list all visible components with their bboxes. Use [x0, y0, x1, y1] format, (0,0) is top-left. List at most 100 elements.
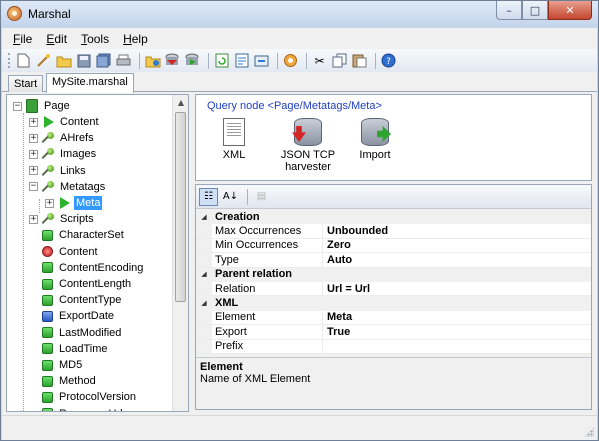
- property-row[interactable]: Type Auto: [196, 253, 591, 268]
- expand-toggle[interactable]: +: [45, 198, 54, 208]
- tree-node-scripts[interactable]: + Scripts: [29, 211, 96, 227]
- property-value[interactable]: Url = Url: [323, 283, 370, 295]
- tree-node-method[interactable]: Method: [29, 373, 98, 389]
- pin-node-icon: [42, 180, 54, 193]
- node-tree[interactable]: − Page + Content + AHrefs + Images + Links − Meta…: [6, 94, 189, 412]
- property-row[interactable]: Relation Url = Url: [196, 281, 591, 297]
- copy-icon[interactable]: [331, 52, 348, 69]
- property-value[interactable]: True: [323, 326, 350, 338]
- document-tabs: Start MySite.marshal: [2, 72, 597, 93]
- xml-action-button[interactable]: XML: [216, 118, 252, 161]
- collapse-toggle[interactable]: −: [29, 182, 38, 192]
- tree-node-label: ResponseUrl: [57, 407, 125, 411]
- tree-node-images[interactable]: + Images: [29, 146, 98, 162]
- tab-mysite-marshal[interactable]: MySite.marshal: [46, 73, 134, 93]
- tree-node-protocolversion[interactable]: ProtocolVersion: [29, 389, 138, 405]
- property-row[interactable]: Prefix: [196, 339, 591, 354]
- collapse-category-icon[interactable]: ◢: [196, 296, 212, 310]
- property-row[interactable]: Export True: [196, 325, 591, 340]
- new-icon[interactable]: [15, 52, 32, 69]
- scrollbar-thumb[interactable]: [175, 112, 186, 302]
- tree-node-meta[interactable]: + Meta: [45, 195, 103, 211]
- tree-node-contentlength[interactable]: ContentLength: [29, 276, 133, 292]
- tree-node-md5[interactable]: MD5: [29, 357, 84, 373]
- collapse-toggle[interactable]: −: [13, 101, 22, 111]
- settings-icon[interactable]: [282, 52, 299, 69]
- cut-icon[interactable]: ✂: [311, 52, 328, 69]
- menu-tools[interactable]: Tools: [74, 30, 116, 48]
- tree-node-responseurl[interactable]: ResponseUrl: [29, 406, 125, 411]
- import-button[interactable]: Import: [356, 118, 394, 161]
- wand-icon[interactable]: [35, 52, 52, 69]
- tree-node-content[interactable]: Content: [29, 244, 100, 260]
- property-pages-icon[interactable]: ▤: [252, 188, 271, 206]
- tree-node-metatags[interactable]: − Metatags: [29, 179, 107, 195]
- database-download-icon: [292, 118, 322, 146]
- marshal-app-icon[interactable]: [7, 6, 22, 21]
- export-icon[interactable]: [184, 52, 201, 69]
- tree-node-ahrefs[interactable]: + AHrefs: [29, 130, 96, 146]
- scroll-up-arrow-icon[interactable]: ▲: [173, 95, 188, 111]
- property-row[interactable]: Max Occurrences Unbounded: [196, 224, 591, 239]
- tree-node-lastmodified[interactable]: LastModified: [29, 325, 123, 341]
- run-icon[interactable]: [164, 52, 181, 69]
- fetch-icon[interactable]: [144, 52, 161, 69]
- property-value[interactable]: Meta: [323, 311, 352, 323]
- tab-start[interactable]: Start: [8, 75, 44, 92]
- property-category[interactable]: ◢ Creation: [196, 210, 591, 225]
- property-name: Element: [212, 310, 323, 325]
- play-node-icon: [60, 197, 70, 209]
- tree-scrollbar[interactable]: ▲: [172, 95, 188, 411]
- alphabetical-sort-icon[interactable]: A↓: [221, 188, 240, 206]
- close-button[interactable]: ✕: [548, 1, 592, 20]
- minimize-button[interactable]: –: [496, 1, 522, 20]
- tree-node-characterset[interactable]: CharacterSet: [29, 227, 126, 243]
- tree-node-page[interactable]: − Page: [13, 98, 72, 114]
- tree-node-label: Content: [60, 116, 99, 128]
- tree-node-content[interactable]: + Content: [29, 114, 101, 130]
- sync-icon[interactable]: [253, 52, 270, 69]
- tree-node-links[interactable]: + Links: [29, 163, 88, 179]
- tree-node-label: Images: [60, 148, 97, 161]
- property-value[interactable]: Unbounded: [323, 225, 388, 237]
- property-row[interactable]: Element Meta: [196, 310, 591, 326]
- expand-toggle[interactable]: +: [29, 149, 38, 159]
- property-grid: ☷ A↓ ▤ ◢ Creation Max Occurrences Unbounded…: [195, 184, 592, 410]
- tree-node-exportdate[interactable]: ExportDate: [29, 308, 116, 324]
- tree-node-loadtime[interactable]: LoadTime: [29, 341, 110, 357]
- property-grid-toolbar: ☷ A↓ ▤: [196, 185, 591, 209]
- resize-grip[interactable]: [584, 427, 594, 437]
- expand-toggle[interactable]: +: [29, 166, 38, 176]
- tree-node-label: AHrefs: [60, 132, 94, 145]
- json-tcp-harvester-button[interactable]: JSON TCP harvester: [276, 118, 340, 173]
- property-category[interactable]: ◢ XML: [196, 296, 591, 311]
- description-title: Element: [200, 361, 243, 373]
- property-category[interactable]: ◢ Parent relation: [196, 267, 591, 282]
- categorized-view-icon[interactable]: ☷: [199, 187, 218, 206]
- property-row[interactable]: Min Occurrences Zero: [196, 238, 591, 254]
- property-value[interactable]: Auto: [323, 254, 352, 266]
- help-icon[interactable]: ?: [380, 52, 397, 69]
- menu-file[interactable]: File: [6, 30, 39, 48]
- menu-edit[interactable]: Edit: [39, 30, 74, 48]
- expand-toggle[interactable]: +: [29, 214, 38, 224]
- expand-toggle[interactable]: +: [29, 117, 38, 127]
- play-node-icon: [44, 116, 54, 128]
- toolbar-grip[interactable]: [8, 53, 11, 68]
- save-icon[interactable]: [75, 52, 92, 69]
- save-all-icon[interactable]: [95, 52, 112, 69]
- print-icon[interactable]: [115, 52, 132, 69]
- refresh-icon[interactable]: [213, 52, 230, 69]
- collapse-category-icon[interactable]: ◢: [196, 210, 212, 224]
- script-icon[interactable]: [233, 52, 250, 69]
- property-value[interactable]: Zero: [323, 239, 351, 251]
- tree-node-contenttype[interactable]: ContentType: [29, 292, 123, 308]
- open-folder-icon[interactable]: [55, 52, 72, 69]
- menu-help[interactable]: Help: [116, 30, 155, 48]
- paste-icon[interactable]: [351, 52, 368, 69]
- tree-node-contentencoding[interactable]: ContentEncoding: [29, 260, 145, 276]
- pin-node-icon: [42, 213, 54, 225]
- collapse-category-icon[interactable]: ◢: [196, 267, 212, 281]
- expand-toggle[interactable]: +: [29, 133, 38, 143]
- maximize-button[interactable]: □: [522, 1, 548, 20]
